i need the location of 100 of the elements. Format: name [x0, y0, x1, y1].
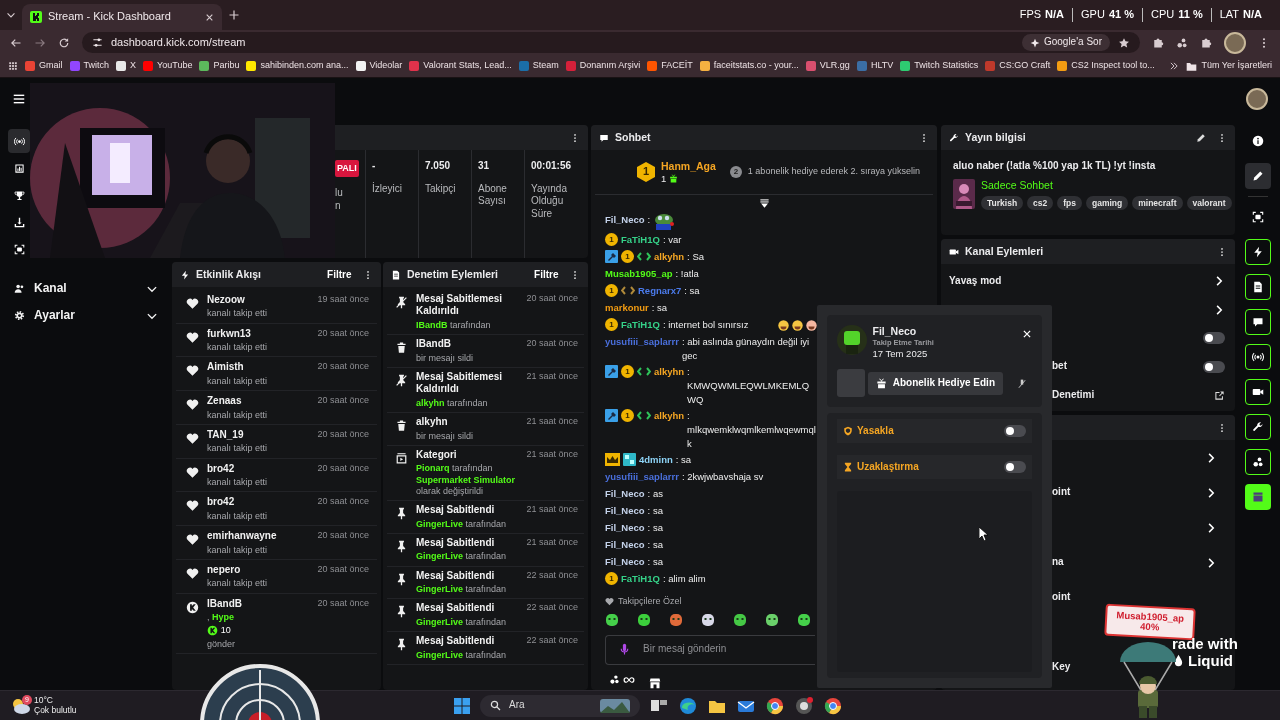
tag-chip[interactable]: valorant [1186, 195, 1232, 211]
action-title: Mesaj Sabitlendi [416, 602, 496, 615]
chat-message: : sa [647, 504, 664, 518]
chat-username[interactable]: FaTiH1Q [621, 233, 660, 247]
chat-message: : internet bol sınırsız [662, 318, 750, 332]
user-name: Fil_Neco [872, 325, 918, 339]
user-name: bro42 [207, 462, 236, 475]
event-time: 20 saat önce [317, 563, 369, 576]
follow-date: 17 Tem 2025 [872, 347, 929, 360]
bookmark-link[interactable]: Videolar [355, 60, 403, 72]
perf-label: FPS [1019, 8, 1042, 22]
action-title: Kategori [416, 448, 458, 462]
message-input[interactable]: Bir mesaj gönderin [641, 642, 803, 657]
action-label: Yasakla [857, 425, 895, 438]
bookmark-link[interactable]: CS2 Inspect tool to... [1057, 60, 1155, 72]
all-bookmarks-link[interactable]: Tüm Yer İşaretleri [1186, 60, 1272, 72]
panel-title: Yayın bilgisi [965, 130, 1027, 145]
event-text: gönder [207, 638, 237, 650]
user-name: bro42 [207, 496, 236, 509]
action-time: 20 saat önce [526, 338, 578, 350]
chat-message: : sa [647, 538, 664, 552]
tag-chip[interactable]: gaming [1086, 195, 1129, 211]
action-label[interactable]: oint [1052, 486, 1205, 499]
chat-username[interactable]: FaTiH1Q [621, 318, 660, 332]
chat-username[interactable]: yusufiii_saplarrr [605, 335, 679, 349]
event-time: 19 saat önce [317, 293, 369, 306]
bookmark-link[interactable]: HLTV [856, 60, 894, 72]
chat-username[interactable]: Fil_Neco [605, 555, 645, 569]
bookmark-link[interactable]: Gmail [25, 60, 63, 72]
tag-chip[interactable]: Turkish [981, 195, 1024, 211]
bookmark-link[interactable]: Steam [518, 60, 559, 72]
perf-value: N/A [1243, 8, 1262, 22]
bookmark-link[interactable]: FACEİT [647, 60, 693, 72]
tag-chip[interactable]: minecraft [1132, 195, 1183, 211]
filter-button[interactable]: Filtre [534, 267, 559, 282]
chat-username[interactable]: yusufiii_saplarrr [605, 470, 679, 484]
user-name: TAN_19 [207, 428, 245, 442]
chat-username[interactable]: Regnarx7 [638, 284, 682, 298]
chat-message: : sa [647, 521, 664, 535]
filter-button[interactable]: Filtre [327, 267, 352, 282]
action-label[interactable]: bet [1052, 360, 1203, 373]
bookmark-link[interactable]: Valorant Stats, Lead... [409, 60, 512, 72]
action-label[interactable]: na [1052, 556, 1205, 569]
chat-message: : sa [647, 555, 664, 569]
chat-username[interactable]: alkyhn [654, 409, 685, 423]
tag-chip[interactable]: fps [1057, 195, 1082, 211]
user-name: Nezoow [207, 293, 246, 307]
action-label[interactable]: oint [1052, 591, 1217, 604]
bookmark-link[interactable]: Donanım Arşivi [565, 60, 641, 72]
action-detail: GingerLive tarafından [416, 649, 508, 661]
chat-username[interactable]: Fil_Neco [605, 521, 645, 535]
category-link[interactable]: Sadece Sohbet [981, 178, 1232, 192]
bookmark-link[interactable]: faceitstats.co - your... [699, 60, 799, 72]
stat-value: - [372, 160, 377, 173]
amount-text: 10 [220, 625, 231, 637]
chat-username[interactable]: markonur [605, 301, 649, 315]
chat-message: : as [647, 487, 664, 501]
chat-username[interactable]: FaTiH1Q [621, 572, 660, 586]
action-label[interactable]: Denetimi [1052, 388, 1214, 402]
chat-username[interactable]: Fil_Neco [605, 538, 645, 552]
bookmark-link[interactable]: Twitch Statistics [900, 60, 979, 72]
bookmark-link[interactable]: X [116, 60, 137, 72]
event-text: kanalı takip etti [207, 510, 269, 522]
bookmark-link[interactable]: CS:GO Craft [985, 60, 1051, 72]
chat-username[interactable]: Fil_Neco [605, 487, 645, 501]
chat-message: : [647, 213, 651, 227]
action-detail: IBandB tarafından [416, 319, 492, 331]
chat-username[interactable]: Fil_Neco [605, 213, 645, 227]
chat-message: : 2kwjwbavshaja sv [681, 470, 765, 484]
action-label[interactable]: Yavaş mod [949, 274, 1213, 288]
chat-username[interactable]: alkyhn [654, 250, 685, 264]
event-text: , Hype [207, 612, 236, 624]
bookmark-link[interactable]: YouTube [143, 60, 193, 72]
sidebar-item[interactable]: Ayarlar [0, 302, 172, 329]
browser-tab[interactable]: Stream - Kick Dashboard [22, 4, 222, 30]
taskbar-search[interactable]: Ara [480, 694, 640, 717]
action-time: 21 saat önce [526, 448, 578, 461]
chat-username[interactable]: Fil_Neco [605, 504, 645, 518]
bookmark-link[interactable]: Twitch [69, 60, 110, 72]
tier-badge: 1 [621, 409, 634, 422]
chat-username[interactable]: alkyhn [654, 365, 685, 379]
bookmark-link[interactable]: VLR.gg [805, 60, 850, 72]
action-detail: GingerLive tarafından [416, 616, 508, 628]
tag-chip[interactable]: cs2 [1027, 195, 1054, 211]
event-text: kanalı takip etti [207, 443, 269, 455]
sidebar-item[interactable]: Kanal [0, 275, 172, 302]
bookmark-link[interactable]: sahibinden.com ana... [246, 60, 349, 72]
action-detail: alkyhn tarafından [416, 397, 489, 409]
chat-message: : mlkqwemklwqmlkemlwqewmqlk [687, 409, 817, 451]
gift-subscription-button[interactable]: Abonelik Hediye Edin [867, 372, 1003, 395]
bookmark-link[interactable]: Paribu [199, 60, 240, 72]
sticker-percent: 40% [1139, 621, 1160, 633]
chat-message: : alim alim [662, 572, 707, 586]
address-bar[interactable]: dashboard.kick.com/stream Google'a Sor [82, 32, 1140, 53]
tier-badge: 1 [605, 233, 618, 246]
ask-button[interactable]: Google'a Sor [1021, 34, 1110, 51]
chat-username[interactable]: 4dminn [639, 453, 673, 467]
chat-username[interactable]: Musab1905_ap [605, 267, 673, 281]
message-field[interactable]: Bir mesaj gönderin [605, 634, 815, 665]
action-time: 22 saat önce [526, 635, 578, 647]
